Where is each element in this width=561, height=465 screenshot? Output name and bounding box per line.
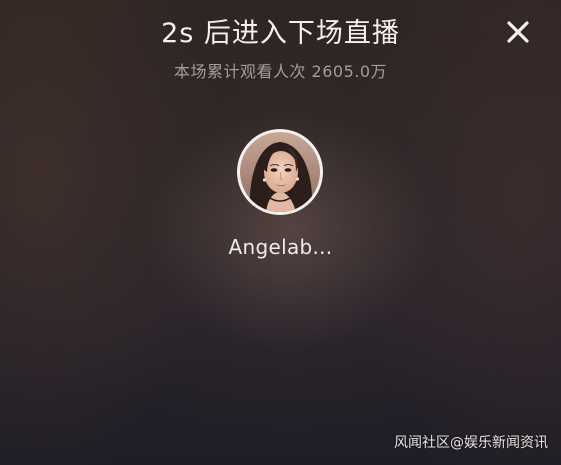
close-button[interactable] bbox=[500, 14, 536, 50]
streamer-avatar-button[interactable] bbox=[237, 129, 323, 215]
view-count-text: 本场累计观看人次 2605.0万 bbox=[173, 62, 388, 81]
live-end-screen: 2s 后进入下场直播 本场累计观看人次 2605.0万 Angelab... 风… bbox=[0, 0, 561, 465]
watermark-text: 风闻社区@娱乐新闻资讯 bbox=[394, 435, 548, 451]
countdown-title: 2s 后进入下场直播 bbox=[161, 18, 400, 49]
streamer-name[interactable]: Angelab... bbox=[0, 232, 561, 262]
avatar bbox=[240, 132, 320, 212]
close-icon bbox=[507, 21, 529, 43]
